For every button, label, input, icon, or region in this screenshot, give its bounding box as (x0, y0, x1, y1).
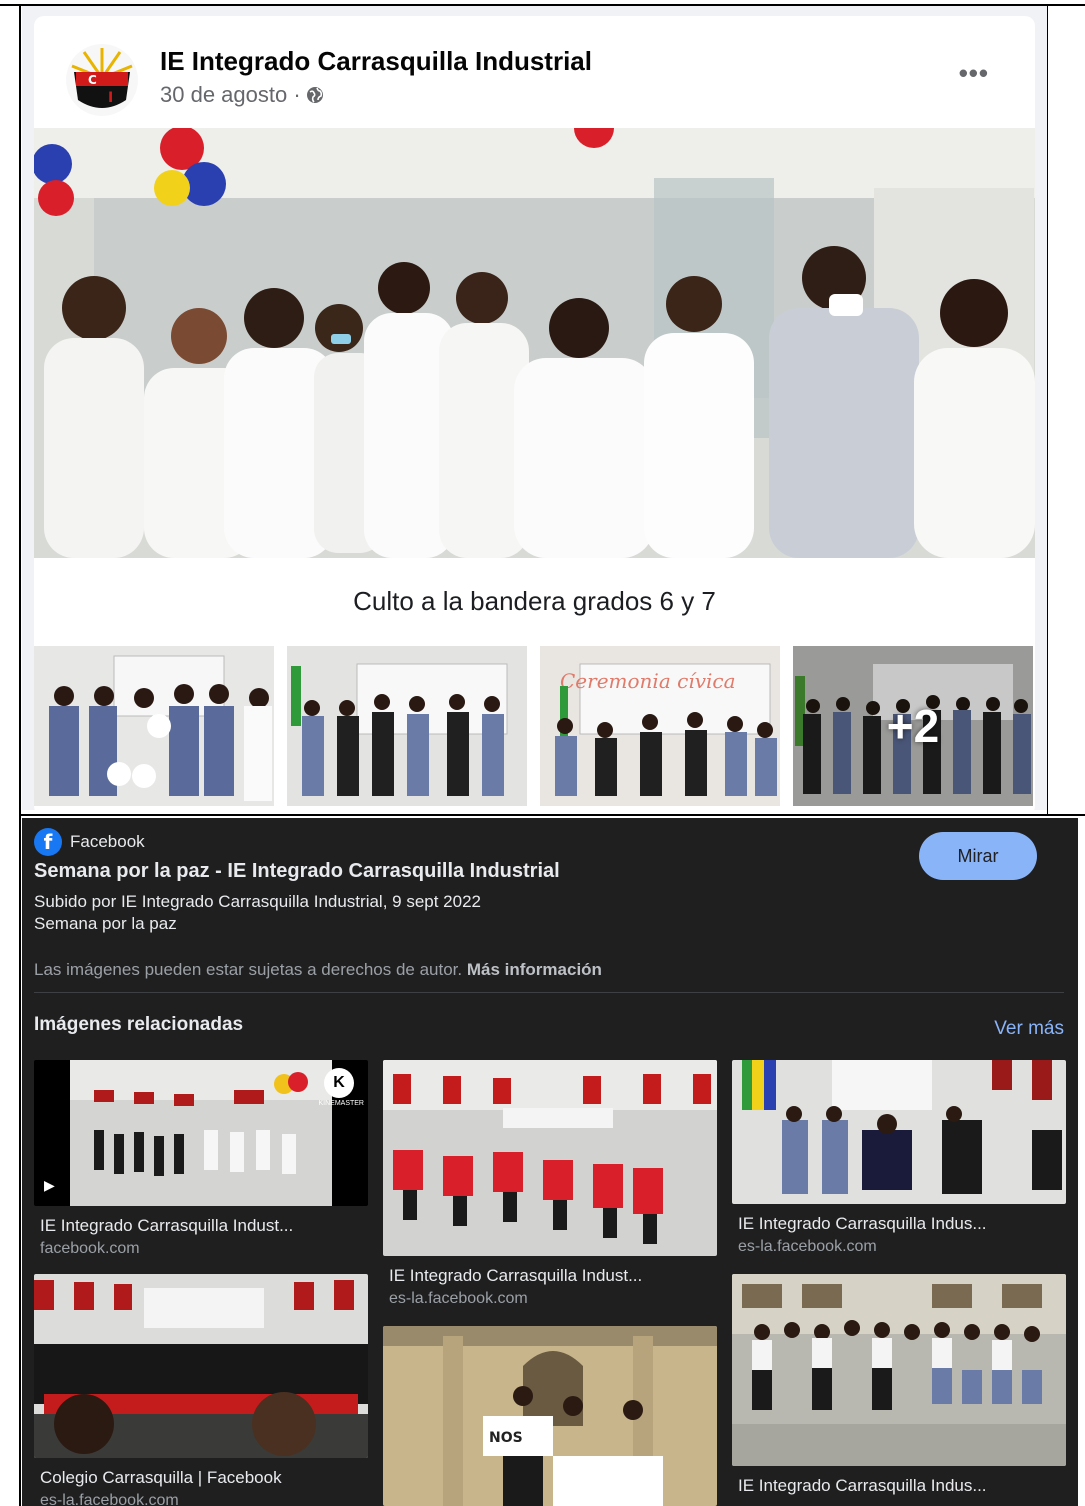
copyright-notice: Las imágenes pueden estar sujetas a dere… (34, 960, 602, 980)
photo-thumbnails: Ceremonia cívica +2 (34, 646, 1035, 806)
see-more-link[interactable]: Ver más (994, 1018, 1064, 1040)
globe-icon (306, 87, 323, 103)
kinemaster-logo-icon: K (324, 1068, 354, 1098)
related-title-3[interactable]: IE Integrado Carrasquilla Indus... (732, 1214, 1066, 1234)
post-date[interactable]: 30 de agosto · (160, 82, 301, 108)
thumbnail-4-more[interactable]: +2 (793, 646, 1033, 806)
related-domain-1: facebook.com (40, 1240, 140, 1257)
thumbnail-1[interactable] (34, 646, 274, 806)
page-avatar[interactable]: C I (66, 44, 138, 116)
facebook-logo-icon: f (34, 828, 62, 856)
related-domain-3: es-la.facebook.com (738, 1238, 877, 1255)
frame-right-top (1047, 4, 1048, 814)
related-image-1[interactable]: ▶ K KINEMASTER (34, 1060, 368, 1206)
post-meta: 30 de agosto · (160, 82, 325, 108)
frame-left (19, 4, 21, 1506)
image-result-panel: f Facebook Mirar Semana por la paz - IE … (22, 818, 1078, 1506)
kinemaster-label: KINEMASTER (318, 1100, 364, 1107)
related-card-1[interactable]: ▶ K KINEMASTER IE Integrado Carrasquilla… (34, 1060, 368, 1258)
related-image-3[interactable] (732, 1060, 1066, 1204)
svg-text:NOS: NOS (489, 1430, 523, 1446)
related-card-5[interactable]: NOS (383, 1326, 717, 1506)
related-title-2[interactable]: IE Integrado Carrasquilla Indust... (383, 1266, 717, 1286)
more-info-link[interactable]: Más información (467, 960, 602, 979)
related-domain-2: es-la.facebook.com (389, 1290, 528, 1307)
source-row[interactable]: f Facebook (34, 828, 145, 856)
main-photo[interactable] (34, 128, 1035, 558)
related-image-5[interactable]: NOS (383, 1326, 717, 1506)
related-title-1[interactable]: IE Integrado Carrasquilla Indust... (34, 1216, 368, 1236)
copyright-text: Las imágenes pueden estar sujetas a dere… (34, 960, 463, 979)
more-photos-count: +2 (886, 700, 940, 752)
svg-text:Ceremonia cívica: Ceremonia cívica (560, 669, 736, 693)
related-image-4[interactable] (34, 1274, 368, 1458)
related-card-3[interactable]: IE Integrado Carrasquilla Indus... es-la… (732, 1060, 1066, 1256)
related-image-2[interactable] (383, 1060, 717, 1256)
more-options-button[interactable]: ••• (959, 58, 989, 89)
result-title[interactable]: Semana por la paz - IE Integrado Carrasq… (34, 860, 560, 883)
watch-button[interactable]: Mirar (919, 832, 1037, 880)
result-description: Semana por la paz (34, 914, 177, 933)
related-card-6[interactable]: IE Integrado Carrasquilla Indus... (732, 1274, 1066, 1496)
related-image-6[interactable] (732, 1274, 1066, 1466)
frame-mid (19, 814, 1085, 816)
uploaded-by: Subido por IE Integrado Carrasquilla Ind… (34, 892, 481, 911)
related-title-6[interactable]: IE Integrado Carrasquilla Indus... (732, 1476, 1066, 1496)
related-title-4[interactable]: Colegio Carrasquilla | Facebook (34, 1468, 368, 1488)
related-heading: Imágenes relacionadas (34, 1014, 244, 1035)
photo-caption: Culto a la bandera grados 6 y 7 (353, 586, 716, 616)
page-name[interactable]: IE Integrado Carrasquilla Industrial (160, 46, 592, 77)
thumbnail-3[interactable]: Ceremonia cívica (540, 646, 780, 806)
related-card-2[interactable]: IE Integrado Carrasquilla Indust... es-l… (383, 1060, 717, 1308)
facebook-post-screenshot: C I IE Integrado Carrasquilla Industrial… (22, 6, 1047, 810)
divider (34, 992, 1064, 993)
source-name: Facebook (70, 832, 145, 851)
related-domain-4: es-la.facebook.com (40, 1492, 179, 1506)
related-card-4[interactable]: Colegio Carrasquilla | Facebook es-la.fa… (34, 1274, 368, 1506)
thumbnail-2[interactable] (287, 646, 527, 806)
play-icon: ▶ (44, 1177, 55, 1193)
svg-text:I: I (108, 90, 113, 106)
svg-text:C: C (88, 73, 97, 87)
post-card: C I IE Integrado Carrasquilla Industrial… (34, 16, 1035, 810)
